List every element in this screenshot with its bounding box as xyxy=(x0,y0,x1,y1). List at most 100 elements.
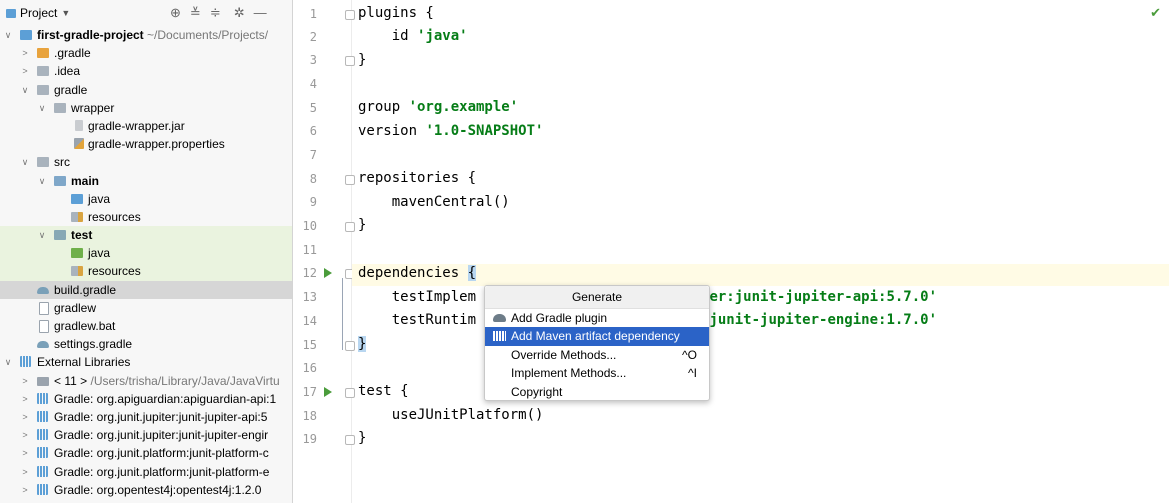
tree-row-test[interactable]: ∨ test xyxy=(0,226,292,245)
menu-item-override-methods[interactable]: Override Methods... ^O xyxy=(485,346,709,364)
expand-arrow-icon[interactable]: ∨ xyxy=(3,353,13,371)
tree-row-wrapper[interactable]: ∨ wrapper xyxy=(0,99,292,117)
tree-row-idea[interactable]: > .idea xyxy=(0,62,292,80)
checkmark-icon: ✔ xyxy=(1150,5,1161,20)
tree-row-external-libraries[interactable]: ∨ External Libraries xyxy=(0,353,292,371)
expand-arrow-icon[interactable]: ∨ xyxy=(3,26,13,44)
menu-item-implement-methods[interactable]: Implement Methods... ^I xyxy=(485,364,709,382)
collapse-all-icon[interactable]: ≑ xyxy=(210,5,221,21)
code-string: 'java' xyxy=(417,28,468,44)
tree-row-library[interactable]: > Gradle: org.junit.platform:junit-platf… xyxy=(0,463,292,481)
expand-arrow-icon[interactable]: ∨ xyxy=(20,81,30,99)
tree-label: gradle xyxy=(54,82,88,97)
code-line-18: useJUnitPlatform() xyxy=(358,407,544,423)
expand-all-icon[interactable]: ≚ xyxy=(190,5,201,21)
tree-label: gradlew xyxy=(54,300,97,315)
tree-row-test-resources[interactable]: resources xyxy=(0,262,292,281)
library-icon xyxy=(37,392,48,404)
project-view-selector[interactable]: Project xyxy=(20,6,57,20)
tree-path: ~/Documents/Projects/ xyxy=(147,28,269,42)
menu-item-add-gradle-plugin[interactable]: Add Gradle plugin xyxy=(485,309,709,327)
code-text: testRuntim xyxy=(358,312,477,328)
tree-row-library[interactable]: > Gradle: org.apiguardian:apiguardian-ap… xyxy=(0,390,292,408)
folder-icon xyxy=(54,102,66,113)
block-marker xyxy=(342,278,343,350)
tree-label: settings.gradle xyxy=(54,337,133,352)
tree-row-gradle[interactable]: ∨ gradle xyxy=(0,81,292,99)
tree-row-first-gradle-project[interactable]: ∨ first-gradle-project ~/Documents/Proje… xyxy=(0,26,292,44)
code-line-6: version '1.0-SNAPSHOT' xyxy=(358,123,543,139)
line-number: 18 xyxy=(302,409,317,423)
line-number: 15 xyxy=(302,338,317,352)
code-editor[interactable]: ✔ plugins { id 'java' } group 'org.examp… xyxy=(352,0,1169,503)
line-number: 3 xyxy=(309,53,317,67)
tree-row-library[interactable]: > Gradle: org.junit.platform:junit-platf… xyxy=(0,444,292,462)
tree-label: gradlew.bat xyxy=(54,319,116,333)
tree-label: External Libraries xyxy=(37,355,131,370)
shortcut-label: ^I xyxy=(688,366,697,381)
tree-row-library[interactable]: > Gradle: org.junit.jupiter:junit-jupite… xyxy=(0,408,292,426)
line-number: 17 xyxy=(302,385,317,399)
tree-row-dot-gradle[interactable]: > .gradle xyxy=(0,44,292,62)
folder-icon xyxy=(71,248,83,259)
expand-arrow-icon[interactable]: > xyxy=(20,372,30,390)
run-gutter-icon[interactable] xyxy=(324,268,332,278)
tree-row-src[interactable]: ∨ src xyxy=(0,153,292,171)
expand-arrow-icon[interactable]: ∨ xyxy=(37,226,47,244)
expand-arrow-icon[interactable]: > xyxy=(20,481,30,499)
expand-arrow-icon[interactable]: ∨ xyxy=(37,99,47,117)
code-string: 'org.example' xyxy=(408,99,519,115)
matched-brace: } xyxy=(358,336,367,352)
run-gutter-icon[interactable] xyxy=(324,387,332,397)
tree-row-gradlew[interactable]: gradlew xyxy=(0,299,292,317)
line-number: 19 xyxy=(302,432,317,446)
tree-label: .gradle xyxy=(54,46,91,61)
tree-path: /Users/trisha/Library/Java/JavaVirtu xyxy=(90,373,280,388)
line-number: 14 xyxy=(302,314,317,328)
menu-item-label: Override Methods... xyxy=(511,347,617,362)
line-number: 6 xyxy=(309,124,317,138)
tree-row-build-gradle[interactable]: build.gradle xyxy=(0,280,292,299)
tree-row-main-resources[interactable]: resources xyxy=(0,208,292,226)
code-line-8: repositories { xyxy=(358,170,477,186)
menu-item-add-maven-artifact-dependency[interactable]: Add Maven artifact dependency xyxy=(485,327,709,346)
tree-row-main[interactable]: ∨ main xyxy=(0,172,292,190)
tree-label: wrapper xyxy=(71,100,115,115)
code-line-17: test { xyxy=(358,383,409,399)
gradle-elephant-icon xyxy=(37,341,49,349)
expand-arrow-icon[interactable]: > xyxy=(20,426,30,444)
tree-label: .idea xyxy=(54,64,81,79)
tree-row-test-java[interactable]: java xyxy=(0,244,292,263)
tree-row-gradle-wrapper-jar[interactable]: gradle-wrapper.jar xyxy=(0,117,292,135)
tree-row-settings-gradle[interactable]: settings.gradle xyxy=(0,335,292,353)
expand-arrow-icon[interactable]: > xyxy=(20,408,30,426)
expand-arrow-icon[interactable]: > xyxy=(20,463,30,481)
tree-row-main-java[interactable]: java xyxy=(0,190,292,208)
line-number: 9 xyxy=(309,195,317,209)
resources-folder-icon xyxy=(71,211,83,222)
tree-label: resources xyxy=(88,264,141,279)
expand-arrow-icon[interactable]: ∨ xyxy=(20,153,30,171)
gear-icon[interactable]: ✲ xyxy=(234,5,245,21)
minimize-icon[interactable]: — xyxy=(254,5,267,21)
tree-label: resources xyxy=(88,209,141,224)
expand-arrow-icon[interactable]: > xyxy=(20,44,30,62)
expand-arrow-icon[interactable]: > xyxy=(20,62,30,80)
menu-item-copyright[interactable]: Copyright xyxy=(485,383,709,401)
editor-gutter[interactable]: 1 2 3 4 5 6 7 8 9 10 11 12 13 14 15 16 1… xyxy=(293,0,355,503)
chevron-down-icon[interactable]: ▼ xyxy=(61,8,70,18)
tree-label: Gradle: org.junit.jupiter:junit-jupiter-… xyxy=(54,409,268,424)
tree-row-gradlew-bat[interactable]: gradlew.bat xyxy=(0,317,292,335)
expand-arrow-icon[interactable]: ∨ xyxy=(37,172,47,190)
menu-item-label: Add Maven artifact dependency xyxy=(511,329,680,344)
line-number: 8 xyxy=(309,172,317,186)
library-icon xyxy=(37,410,48,422)
tree-row-gradle-wrapper-properties[interactable]: gradle-wrapper.properties xyxy=(0,135,292,153)
tree-row-library[interactable]: > Gradle: org.opentest4j:opentest4j:1.2.… xyxy=(0,481,292,499)
tree-row-jdk[interactable]: > < 11 > /Users/trisha/Library/Java/Java… xyxy=(0,372,292,390)
tree-row-library[interactable]: > Gradle: org.junit.jupiter:junit-jupite… xyxy=(0,426,292,444)
tree-label: build.gradle xyxy=(54,282,117,297)
expand-arrow-icon[interactable]: > xyxy=(20,390,30,408)
locate-icon[interactable]: ⊕ xyxy=(170,5,181,21)
expand-arrow-icon[interactable]: > xyxy=(20,444,30,462)
